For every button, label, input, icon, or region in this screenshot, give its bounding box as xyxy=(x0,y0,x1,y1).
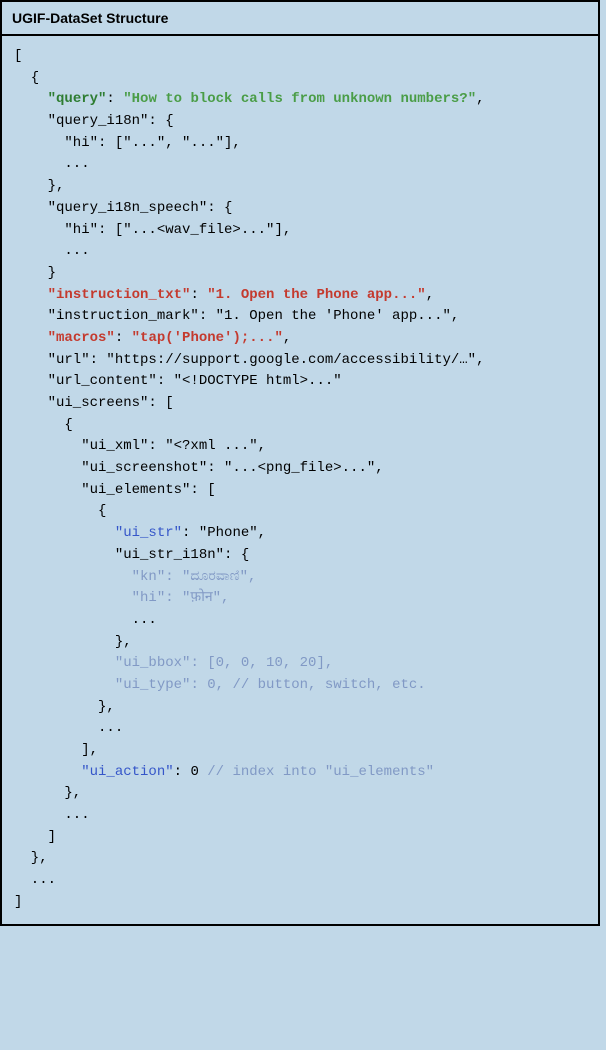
val-ui-str: : "Phone", xyxy=(182,525,266,541)
code-line: "hi": ["...", "..."], xyxy=(14,135,241,151)
hi-translation: "hi": "फ़ोन", xyxy=(132,590,230,606)
code-line-indent xyxy=(14,677,115,693)
comment-ui-action: // index into "ui_elements" xyxy=(207,764,434,780)
code-line: "instruction_mark": "1. Open the 'Phone'… xyxy=(14,308,459,324)
code-line: [ xyxy=(14,48,22,64)
code-line: { xyxy=(14,70,39,86)
comma: , xyxy=(283,330,291,346)
key-ui-str: "ui_str" xyxy=(115,525,182,541)
kn-translation: "kn": "ದೂರವಾಣಿ", xyxy=(132,569,257,585)
key-ui-action: "ui_action" xyxy=(81,764,173,780)
code-line: ... xyxy=(14,612,157,628)
code-line: "ui_screenshot": "...<png_file>...", xyxy=(14,460,384,476)
val-ui-action: : 0 xyxy=(174,764,208,780)
code-line-indent xyxy=(14,655,115,671)
ui-type: "ui_type": 0, // button, switch, etc. xyxy=(115,677,426,693)
code-line: ... xyxy=(14,807,90,823)
code-line: "ui_screens": [ xyxy=(14,395,174,411)
code-line: }, xyxy=(14,178,64,194)
code-line: "query_i18n": { xyxy=(14,113,174,129)
colon: : xyxy=(115,330,132,346)
code-line: }, xyxy=(14,850,48,866)
code-line: ] xyxy=(14,829,56,845)
code-line: } xyxy=(14,265,56,281)
comma: , xyxy=(426,287,434,303)
key-instruction-txt: "instruction_txt" xyxy=(48,287,191,303)
val-instruction-txt: "1. Open the Phone app..." xyxy=(207,287,425,303)
code-line: { xyxy=(14,417,73,433)
code-line-indent xyxy=(14,764,81,780)
code-line: "query_i18n_speech": { xyxy=(14,200,232,216)
code-line: }, xyxy=(14,785,81,801)
code-line-indent xyxy=(14,569,132,585)
code-line-indent xyxy=(14,287,48,303)
code-line: "ui_str_i18n": { xyxy=(14,547,249,563)
val-macros: "tap('Phone');..." xyxy=(132,330,283,346)
colon: : xyxy=(190,287,207,303)
document-frame: UGIF-DataSet Structure [ { "query": "How… xyxy=(0,0,600,926)
ui-bbox: "ui_bbox": [0, 0, 10, 20], xyxy=(115,655,333,671)
val-query: "How to block calls from unknown numbers… xyxy=(123,91,476,107)
key-query: "query" xyxy=(48,91,107,107)
code-line-indent xyxy=(14,590,132,606)
code-line-indent xyxy=(14,525,115,541)
code-line: "ui_elements": [ xyxy=(14,482,216,498)
code-line: ], xyxy=(14,742,98,758)
code-line: ... xyxy=(14,156,90,172)
colon: : xyxy=(106,91,123,107)
comma: , xyxy=(476,91,484,107)
code-line: "url": "https://support.google.com/acces… xyxy=(14,352,484,368)
panel-title: UGIF-DataSet Structure xyxy=(2,2,598,36)
code-line: "hi": ["...<wav_file>..."], xyxy=(14,222,291,238)
code-line: "url_content": "<!DOCTYPE html>..." xyxy=(14,373,342,389)
code-line: }, xyxy=(14,634,132,650)
code-line-indent xyxy=(14,330,48,346)
code-line: "ui_xml": "<?xml ...", xyxy=(14,438,266,454)
code-line: { xyxy=(14,503,106,519)
code-line: ... xyxy=(14,720,123,736)
key-macros: "macros" xyxy=(48,330,115,346)
code-line-indent xyxy=(14,91,48,107)
code-line: ] xyxy=(14,894,22,910)
code-line: ... xyxy=(14,872,56,888)
code-block: [ { "query": "How to block calls from un… xyxy=(2,36,598,924)
code-line: ... xyxy=(14,243,90,259)
code-line: }, xyxy=(14,699,115,715)
